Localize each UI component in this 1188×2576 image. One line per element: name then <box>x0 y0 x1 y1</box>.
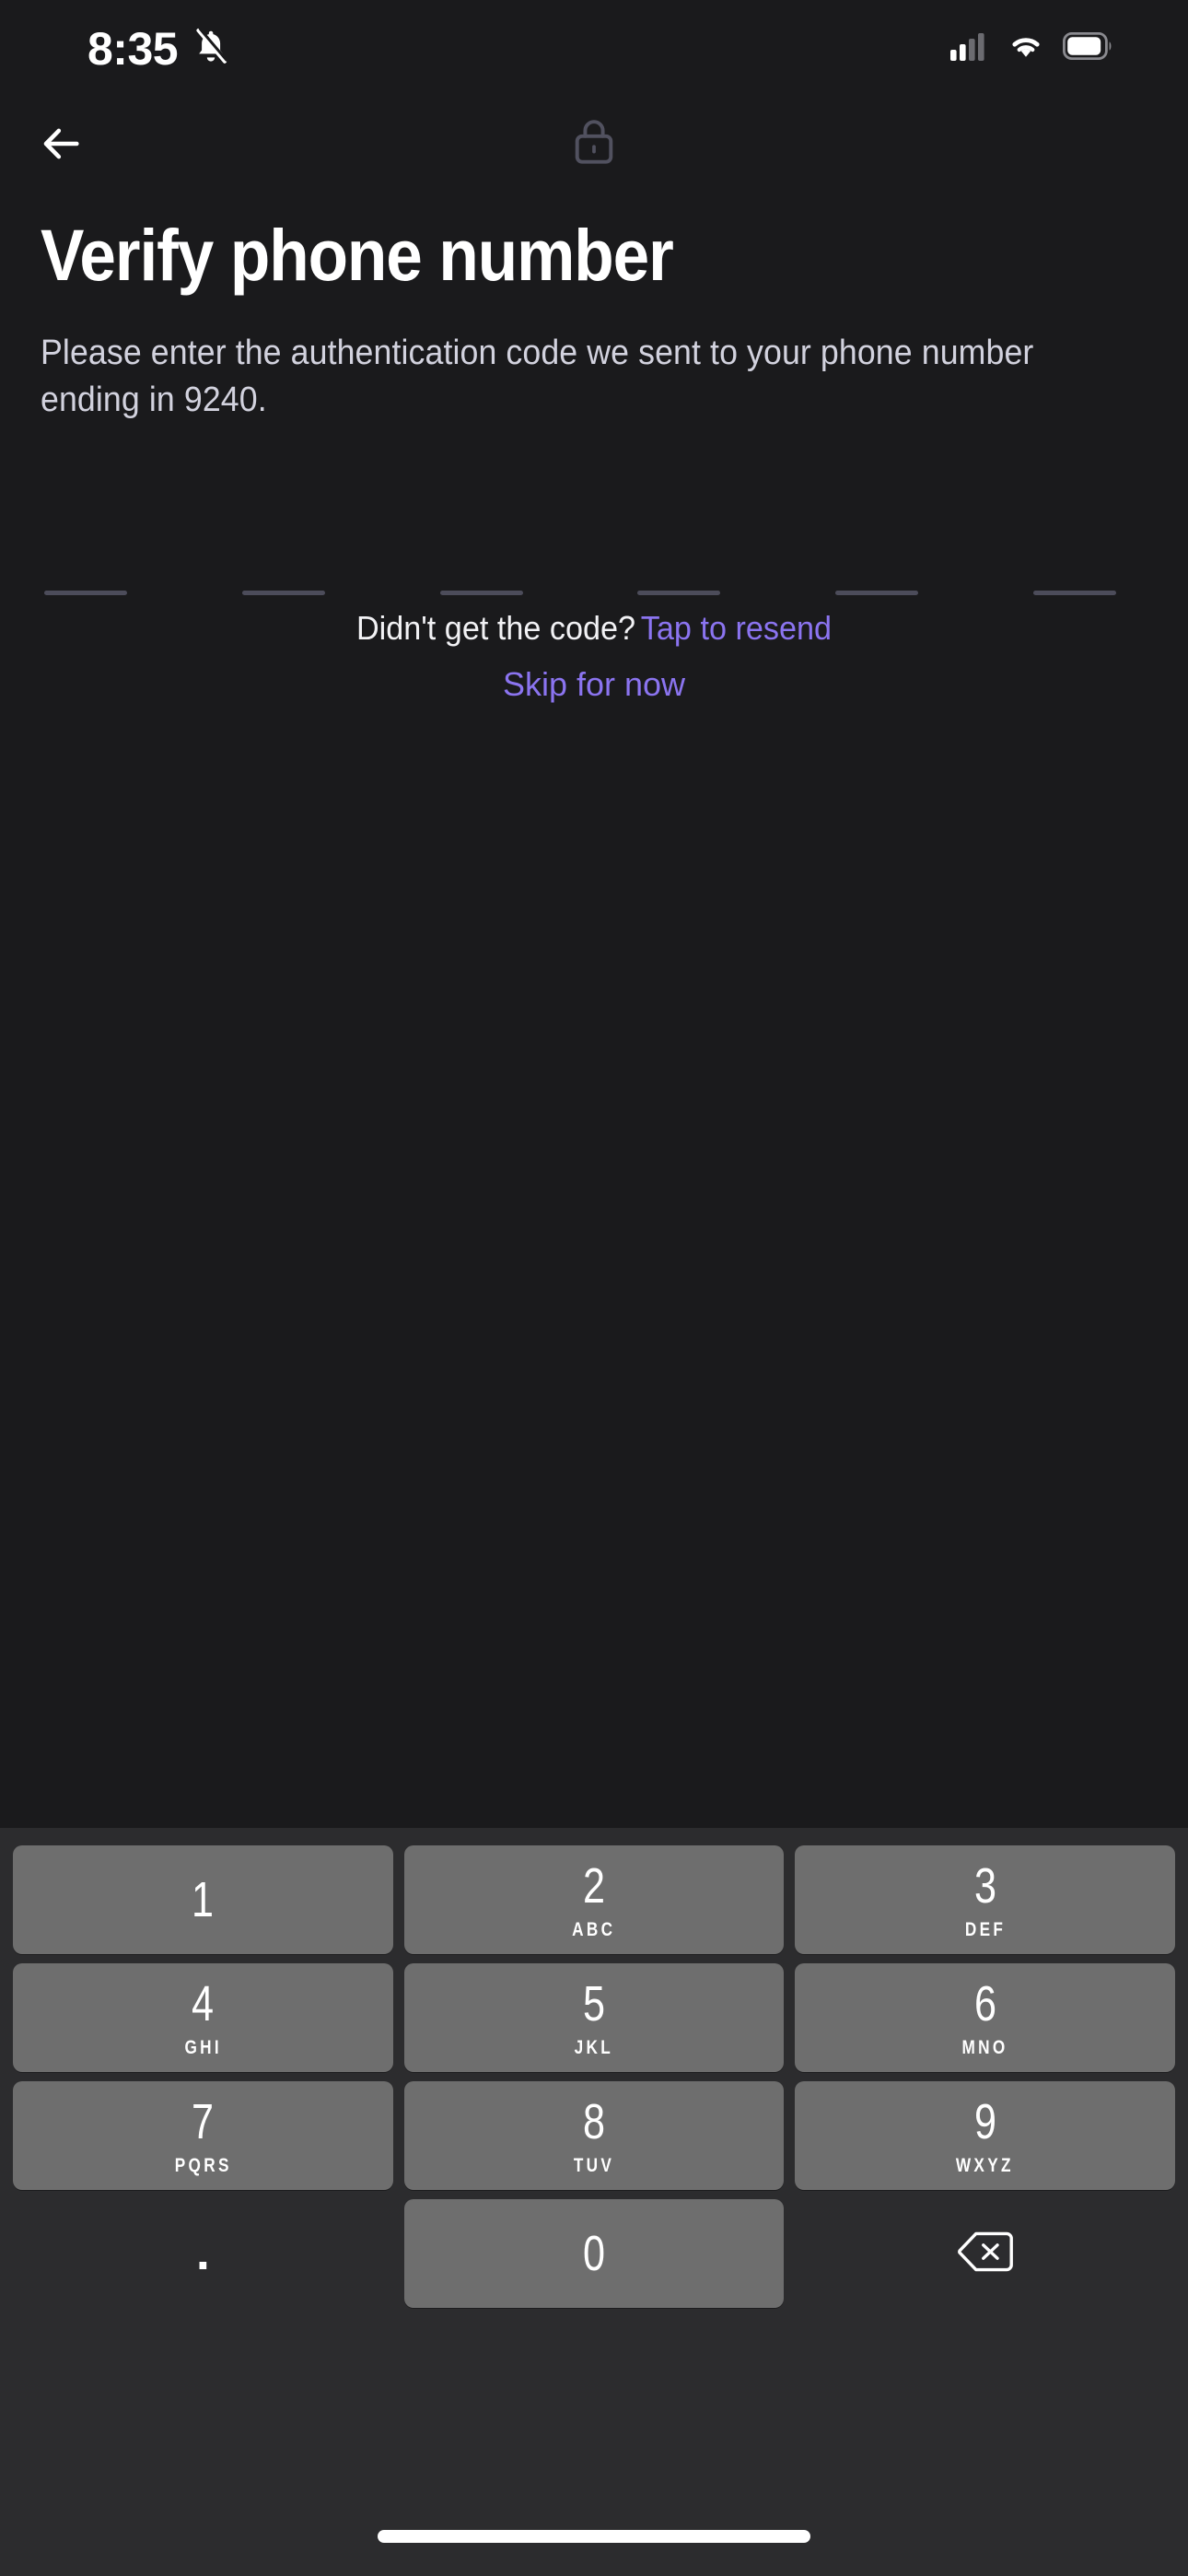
resend-question-label: Didn't get the code? <box>355 609 636 647</box>
otp-underline-3 <box>439 591 523 595</box>
key-decimal-point[interactable]: . <box>13 2199 393 2308</box>
key-1-digit: 1 <box>192 1872 215 1927</box>
skip-for-now-link[interactable]: Skip for now <box>0 664 1188 704</box>
key-0-digit: 0 <box>582 2226 606 2281</box>
wifi-icon <box>1006 31 1046 65</box>
key-7-letters: PQRS <box>174 2154 232 2176</box>
key-1[interactable]: 1 <box>13 1845 393 1954</box>
otp-underline-1 <box>44 591 127 595</box>
key-7-digit: 7 <box>192 2093 215 2149</box>
key-6[interactable]: 6 MNO <box>795 1963 1176 2072</box>
status-bar: 8:35 <box>0 0 1188 101</box>
key-3-letters: DEF <box>964 1918 1006 1940</box>
otp-input-row <box>41 534 1147 595</box>
main-content: Verify phone number Please enter the aut… <box>0 189 1188 1828</box>
key-5-digit: 5 <box>582 1975 606 2032</box>
key-4[interactable]: 4 GHI <box>13 1963 393 2072</box>
status-bar-right <box>950 31 1114 65</box>
key-2[interactable]: 2 ABC <box>403 1845 785 1954</box>
key-2-digit: 2 <box>582 1857 606 1914</box>
key-backspace[interactable] <box>795 2199 1175 2308</box>
lock-icon <box>573 117 615 170</box>
key-4-letters: GHI <box>184 2036 222 2058</box>
otp-input-2[interactable] <box>239 534 356 595</box>
key-5[interactable]: 5 JKL <box>403 1963 785 2072</box>
backspace-delete-icon <box>957 2230 1014 2278</box>
key-4-digit: 4 <box>192 1975 215 2032</box>
key-7[interactable]: 7 PQRS <box>13 2081 393 2190</box>
otp-underline-5 <box>835 591 919 595</box>
keypad-row-3: 7 PQRS 8 TUV 9 WXYZ <box>7 2077 1181 2195</box>
back-button[interactable] <box>22 107 99 184</box>
otp-underline-6 <box>1032 591 1116 595</box>
home-indicator[interactable] <box>378 2530 810 2543</box>
key-2-letters: ABC <box>572 1918 616 1940</box>
otp-input-6[interactable] <box>1030 534 1147 595</box>
status-bar-left: 8:35 <box>87 26 231 72</box>
key-8-digit: 8 <box>582 2093 606 2149</box>
page-subtitle: Please enter the authentication code we … <box>41 333 1034 420</box>
numeric-keypad: 1 2 ABC 3 DEF 4 GHI 5 JKL 6 MNO 7 PQRS 8… <box>0 1828 1188 2576</box>
key-9[interactable]: 9 WXYZ <box>795 2081 1176 2190</box>
otp-input-3[interactable] <box>437 534 554 595</box>
phone-screen: 8:35 Verify phone number Please enter th… <box>0 0 1188 2576</box>
key-8[interactable]: 8 TUV <box>403 2081 785 2190</box>
navigation-bar <box>0 101 1188 189</box>
cellular-signal-icon <box>950 31 989 65</box>
page-title: Verify phone number <box>41 214 674 296</box>
otp-input-5[interactable] <box>832 534 949 595</box>
key-6-digit: 6 <box>973 1975 996 2032</box>
key-9-letters: WXYZ <box>956 2154 1015 2176</box>
key-decimal-point-label: . <box>195 2225 210 2281</box>
key-6-letters: MNO <box>961 2036 1008 2058</box>
otp-underline-2 <box>241 591 325 595</box>
bell-slash-icon <box>191 27 231 72</box>
keypad-row-2: 4 GHI 5 JKL 6 MNO <box>7 1959 1181 2077</box>
lock-badge <box>566 112 622 173</box>
key-3[interactable]: 3 DEF <box>795 1845 1176 1954</box>
resend-row: Didn't get the code? Tap to resend <box>29 608 1159 648</box>
back-arrow-icon <box>37 120 85 172</box>
battery-icon <box>1062 31 1114 64</box>
key-3-digit: 3 <box>973 1857 996 1914</box>
home-indicator-area <box>0 2497 1188 2576</box>
otp-underline-4 <box>637 591 721 595</box>
key-8-letters: TUV <box>573 2154 615 2176</box>
status-bar-clock: 8:35 <box>87 23 179 75</box>
otp-input-4[interactable] <box>634 534 751 595</box>
key-9-digit: 9 <box>973 2093 996 2149</box>
keypad-row-4: . 0 <box>7 2195 1181 2313</box>
key-0[interactable]: 0 <box>403 2199 785 2308</box>
resend-link[interactable]: Tap to resend <box>641 609 832 647</box>
otp-input-1[interactable] <box>41 534 158 595</box>
keypad-row-1: 1 2 ABC 3 DEF <box>7 1841 1181 1959</box>
key-5-letters: JKL <box>574 2036 614 2058</box>
